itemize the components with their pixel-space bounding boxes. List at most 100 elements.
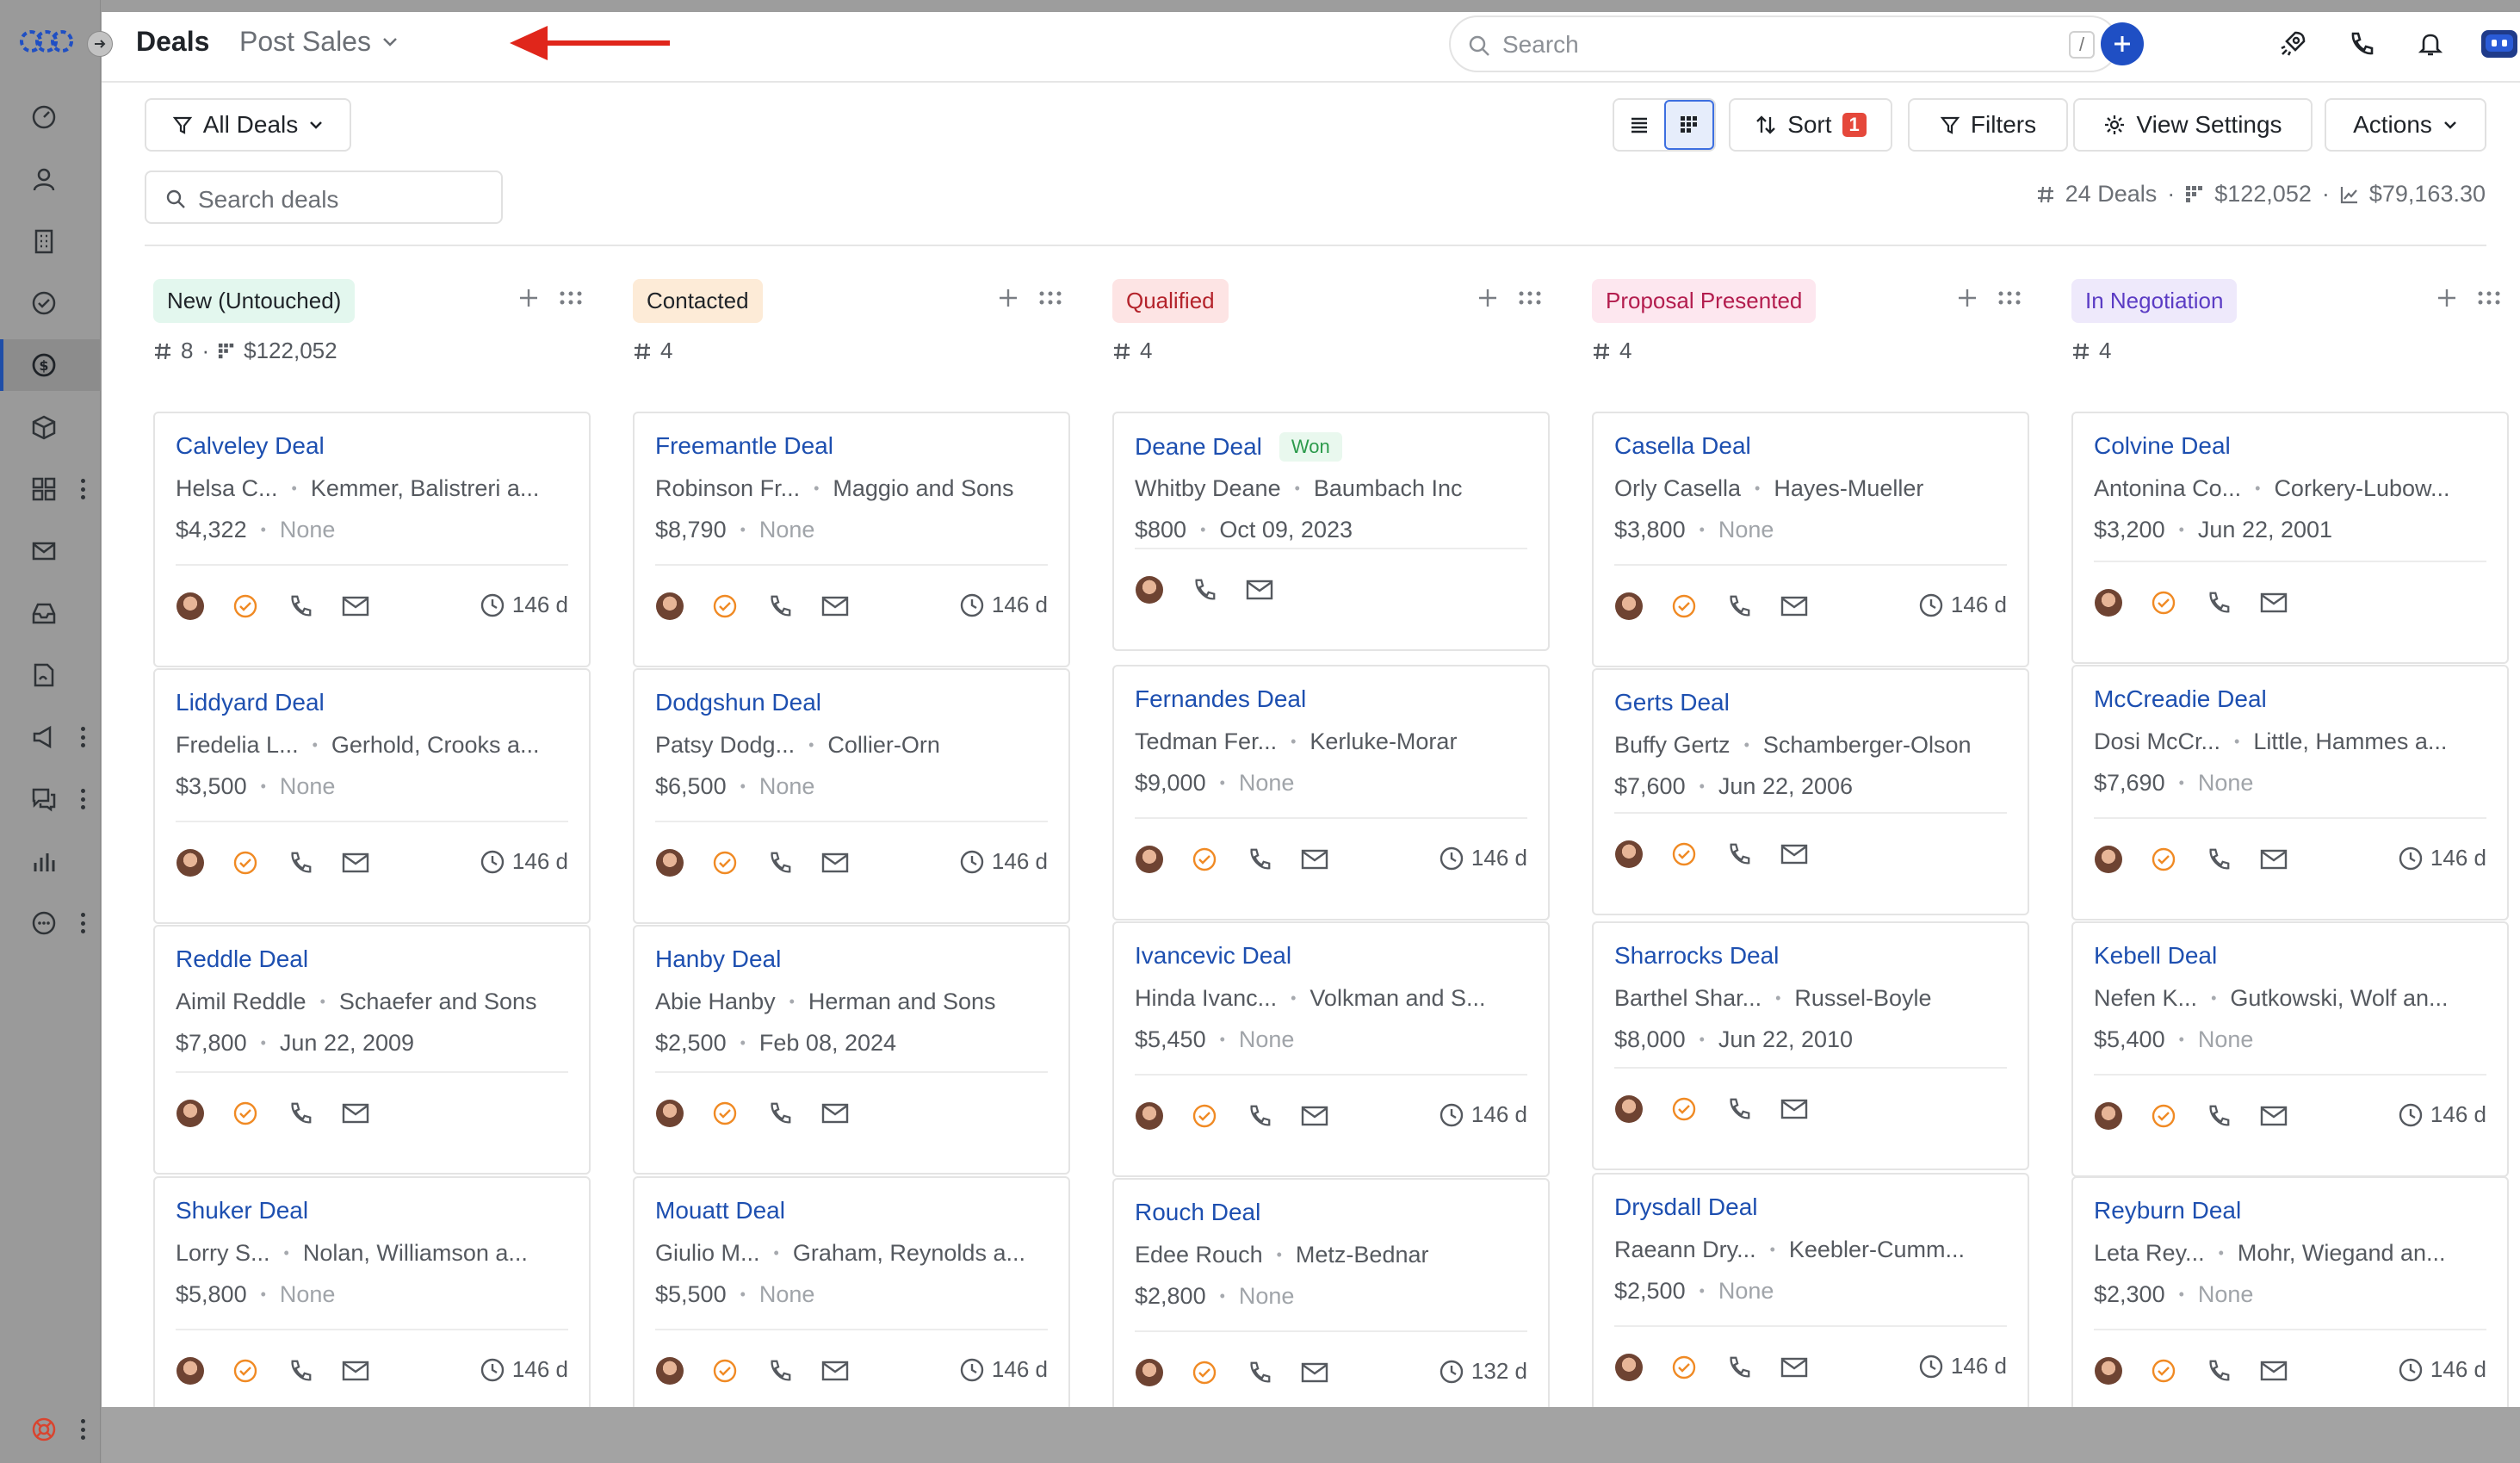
call-button[interactable] xyxy=(2204,845,2233,874)
column-status-pill[interactable]: In Negotiation xyxy=(2071,279,2238,323)
deal-card[interactable]: Shuker Deal Lorry S... • Nolan, Williamson … xyxy=(153,1176,591,1432)
deal-contact[interactable]: Fredelia L... xyxy=(176,732,299,759)
email-button[interactable] xyxy=(1300,1358,1329,1387)
list-view-button[interactable] xyxy=(1614,100,1664,150)
deal-card[interactable]: Drysdall Deal Raeann Dry... • Keebler-Cumm.… xyxy=(1592,1173,2029,1429)
drag-handle-icon[interactable] xyxy=(1998,291,2021,305)
deal-contact[interactable]: Dosi McCr... xyxy=(2094,728,2220,755)
deal-title-link[interactable]: Drysdall Deal xyxy=(1614,1193,1758,1221)
filters-button[interactable]: Filters xyxy=(1908,98,2068,152)
owner-avatar[interactable] xyxy=(2094,1101,2123,1131)
task-check-button[interactable] xyxy=(1669,592,1699,621)
add-deal-icon[interactable] xyxy=(996,286,1020,310)
email-button[interactable] xyxy=(820,1099,850,1128)
sidebar-item-help[interactable] xyxy=(0,1404,101,1455)
more-icon[interactable] xyxy=(80,913,85,933)
email-button[interactable] xyxy=(1300,1101,1329,1131)
email-button[interactable] xyxy=(1245,575,1274,604)
column-status-pill[interactable]: Contacted xyxy=(633,279,763,323)
call-button[interactable] xyxy=(2204,1101,2233,1131)
deal-title-link[interactable]: Ivancevic Deal xyxy=(1135,942,1291,970)
deal-card[interactable]: Fernandes Deal Tedman Fer... • Kerluke-Mora… xyxy=(1112,665,1550,921)
email-button[interactable] xyxy=(820,848,850,877)
column-status-pill[interactable]: Qualified xyxy=(1112,279,1229,323)
kanban-view-button[interactable] xyxy=(1663,100,1714,150)
deal-contact[interactable]: Lorry S... xyxy=(176,1240,270,1267)
rocket-button[interactable] xyxy=(2271,22,2314,65)
deal-card[interactable]: Colvine Deal Antonina Co... • Corkery-Lubow… xyxy=(2071,412,2509,664)
task-check-button[interactable] xyxy=(2149,588,2178,617)
deal-contact[interactable]: Aimil Reddle xyxy=(176,989,306,1015)
deal-title-link[interactable]: Liddyard Deal xyxy=(176,689,325,716)
sidebar-item-reports[interactable] xyxy=(0,835,101,887)
email-button[interactable] xyxy=(341,1356,370,1386)
all-deals-dropdown[interactable]: All Deals xyxy=(145,98,351,152)
email-button[interactable] xyxy=(2259,1101,2288,1131)
phone-button[interactable] xyxy=(2340,22,2383,65)
deal-contact[interactable]: Patsy Dodg... xyxy=(655,732,795,759)
deal-organization[interactable]: Schaefer and Sons xyxy=(339,989,537,1015)
view-settings-button[interactable]: View Settings xyxy=(2073,98,2313,152)
deal-title-link[interactable]: Hanby Deal xyxy=(655,945,781,973)
owner-avatar[interactable] xyxy=(1135,845,1164,874)
email-button[interactable] xyxy=(2259,1356,2288,1386)
global-search-input[interactable]: Search / xyxy=(1449,15,2119,72)
drag-handle-icon[interactable] xyxy=(1519,291,1541,305)
sidebar-item-apps[interactable] xyxy=(0,463,101,515)
drag-handle-icon[interactable] xyxy=(2478,291,2500,305)
deal-card[interactable]: Freemantle Deal Robinson Fr... • Maggio and… xyxy=(633,412,1070,667)
owner-avatar[interactable] xyxy=(1614,1094,1644,1124)
sidebar-item-contacts[interactable] xyxy=(0,153,101,205)
deal-contact[interactable]: Abie Hanby xyxy=(655,989,776,1015)
sidebar-item-campaigns[interactable] xyxy=(0,711,101,763)
sidebar-item-inbox[interactable] xyxy=(0,587,101,639)
owner-avatar[interactable] xyxy=(1614,1353,1644,1382)
task-check-button[interactable] xyxy=(2149,1101,2178,1131)
deal-card[interactable]: Gerts Deal Buffy Gertz • Schamberger-Olson $… xyxy=(1592,668,2029,915)
deal-contact[interactable]: Barthel Shar... xyxy=(1614,985,1762,1012)
owner-avatar[interactable] xyxy=(1614,592,1644,621)
sidebar-item-documents[interactable] xyxy=(0,649,101,701)
deal-title-link[interactable]: Casella Deal xyxy=(1614,432,1751,460)
deal-organization[interactable]: Gerhold, Crooks a... xyxy=(331,732,540,759)
more-icon[interactable] xyxy=(80,727,85,747)
call-button[interactable] xyxy=(286,1099,315,1128)
deal-title-link[interactable]: Rouch Deal xyxy=(1135,1199,1260,1226)
sidebar-item-deals[interactable]: $ xyxy=(0,339,101,391)
deal-organization[interactable]: Metz-Bednar xyxy=(1296,1242,1429,1268)
column-status-pill[interactable]: Proposal Presented xyxy=(1592,279,1817,323)
add-deal-icon[interactable] xyxy=(2435,286,2459,310)
deal-organization[interactable]: Gutkowski, Wolf an... xyxy=(2230,985,2448,1012)
call-button[interactable] xyxy=(765,592,795,621)
deal-card[interactable]: Deane Deal Won Whitby Deane • Baumbach Inc $8… xyxy=(1112,412,1550,651)
deal-card[interactable]: Mouatt Deal Giulio M... • Graham, Reynolds … xyxy=(633,1176,1070,1432)
deal-card[interactable]: McCreadie Deal Dosi McCr... • Little, Hamme… xyxy=(2071,665,2509,921)
email-button[interactable] xyxy=(341,1099,370,1128)
call-button[interactable] xyxy=(1724,840,1754,869)
owner-avatar[interactable] xyxy=(2094,588,2123,617)
deal-title-link[interactable]: Gerts Deal xyxy=(1614,689,1730,716)
deal-card[interactable]: Reddle Deal Aimil Reddle • Schaefer and Son… xyxy=(153,925,591,1175)
call-button[interactable] xyxy=(1724,592,1754,621)
drag-handle-icon[interactable] xyxy=(560,291,582,305)
call-button[interactable] xyxy=(286,1356,315,1386)
email-button[interactable] xyxy=(820,1356,850,1386)
deal-card[interactable]: Liddyard Deal Fredelia L... • Gerhold, Croo… xyxy=(153,668,591,924)
deal-title-link[interactable]: Shuker Deal xyxy=(176,1197,308,1224)
call-button[interactable] xyxy=(1245,1101,1274,1131)
deal-card[interactable]: Casella Deal Orly Casella • Hayes-Mueller $3… xyxy=(1592,412,2029,667)
sidebar-item-conversations[interactable] xyxy=(0,773,101,825)
deal-organization[interactable]: Kerluke-Morar xyxy=(1310,728,1457,755)
deal-organization[interactable]: Corkery-Lubow... xyxy=(2274,475,2449,502)
notifications-button[interactable] xyxy=(2409,22,2452,65)
owner-avatar[interactable] xyxy=(655,592,684,621)
deal-organization[interactable]: Kemmer, Balistreri a... xyxy=(311,475,540,502)
more-icon[interactable] xyxy=(80,1419,85,1440)
email-button[interactable] xyxy=(1300,845,1329,874)
deal-card[interactable]: Calveley Deal Helsa C... • Kemmer, Balistre… xyxy=(153,412,591,667)
email-button[interactable] xyxy=(1780,840,1809,869)
call-button[interactable] xyxy=(1245,845,1274,874)
more-icon[interactable] xyxy=(80,479,85,499)
view-selector[interactable]: Post Sales xyxy=(239,26,399,58)
task-check-button[interactable] xyxy=(710,1099,740,1128)
